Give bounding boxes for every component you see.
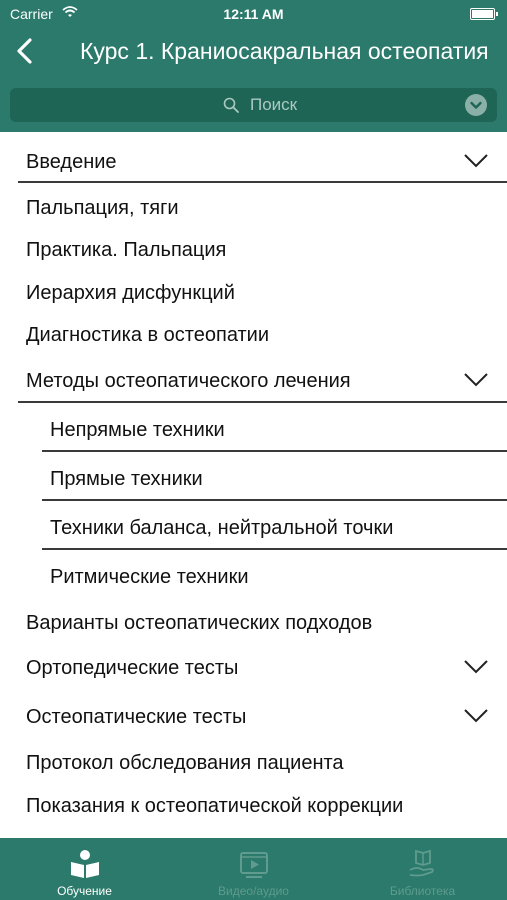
list-item[interactable]: Практика. Пальпация bbox=[0, 227, 507, 271]
divider bbox=[42, 548, 507, 550]
list-item-label: Диагностика в остеопатии bbox=[26, 324, 270, 346]
reader-book-icon bbox=[69, 848, 101, 880]
list-item[interactable]: Показания к остеопатической коррекции bbox=[0, 783, 507, 827]
tab-library[interactable]: Библиотека bbox=[338, 838, 507, 900]
list-item[interactable]: Диагностика в остеопатии bbox=[0, 312, 507, 356]
status-bar: Carrier 12:11 AM bbox=[0, 0, 507, 28]
divider bbox=[18, 181, 507, 183]
list-item[interactable]: Протокол обследования пациента bbox=[0, 740, 507, 784]
list-item-label: Непрямые техники bbox=[50, 419, 225, 441]
sub-list-item[interactable]: Техники баланса, нейтральной точки bbox=[0, 505, 507, 549]
list-item-osteopathic-tests[interactable]: Остеопатические тесты bbox=[0, 694, 507, 738]
tab-bar: Обучение Видео/аудио Библиотека bbox=[0, 838, 507, 900]
sub-list-item[interactable]: Непрямые техники bbox=[0, 407, 507, 451]
search-expand-button[interactable] bbox=[465, 94, 487, 116]
list-item-label: Введение bbox=[26, 151, 117, 173]
header: Carrier 12:11 AM Курс 1. Краниосакральна… bbox=[0, 0, 507, 80]
list-item-label: Иерархия дисфункций bbox=[26, 282, 235, 304]
search-icon bbox=[223, 97, 239, 113]
list-item-label: Показания к остеопатической коррекции bbox=[26, 795, 404, 817]
chevron-down-icon[interactable] bbox=[463, 153, 489, 169]
list-item-orthopedic-tests[interactable]: Ортопедические тесты bbox=[0, 645, 507, 689]
sub-list-item[interactable]: Ритмические техники bbox=[0, 554, 507, 598]
list-item-label: Ритмические техники bbox=[50, 566, 249, 588]
list-item-introduction[interactable]: Введение bbox=[0, 139, 507, 183]
chevron-down-icon[interactable] bbox=[463, 659, 489, 675]
list-item-label: Варианты остеопатических подходов bbox=[26, 612, 373, 634]
battery-icon bbox=[470, 8, 498, 20]
divider bbox=[18, 401, 507, 403]
sub-list-item[interactable]: Прямые техники bbox=[0, 456, 507, 500]
tab-label: Обучение bbox=[57, 884, 112, 898]
list-item-label: Техники баланса, нейтральной точки bbox=[50, 517, 394, 539]
list-item-label: Протокол обследования пациента bbox=[26, 752, 344, 774]
tab-label: Библиотека bbox=[389, 884, 456, 898]
list-item[interactable]: Варианты остеопатических подходов bbox=[0, 600, 507, 644]
search-input[interactable] bbox=[250, 94, 470, 116]
divider bbox=[42, 450, 507, 452]
hand-book-icon bbox=[407, 848, 439, 880]
chevron-left-icon bbox=[17, 38, 32, 64]
tab-learning[interactable]: Обучение bbox=[0, 838, 169, 900]
chevron-down-icon[interactable] bbox=[463, 372, 489, 388]
list-item[interactable]: Иерархия дисфункций bbox=[0, 270, 507, 314]
list-item-label: Пальпация, тяги bbox=[26, 197, 179, 219]
list-item[interactable]: Пальпация, тяги bbox=[0, 185, 507, 229]
list-item-label: Методы остеопатического лечения bbox=[26, 370, 351, 392]
video-player-icon bbox=[238, 848, 270, 880]
back-button[interactable] bbox=[10, 34, 40, 68]
status-time: 12:11 AM bbox=[223, 6, 284, 22]
divider bbox=[42, 499, 507, 501]
page-title: Курс 1. Краниосакральная остеопатия bbox=[80, 38, 489, 64]
search-field-container[interactable] bbox=[10, 88, 497, 122]
list-item-label: Практика. Пальпация bbox=[26, 239, 227, 261]
chevron-down-icon[interactable] bbox=[463, 708, 489, 724]
tab-label: Видео/аудио bbox=[218, 884, 289, 898]
chevron-down-icon bbox=[470, 101, 482, 109]
list-item-label: Прямые техники bbox=[50, 468, 203, 490]
list-item-label: Остеопатические тесты bbox=[26, 706, 247, 728]
list-item-treatment-methods[interactable]: Методы остеопатического лечения bbox=[0, 358, 507, 402]
search-bar bbox=[0, 80, 507, 132]
list-item-label: Ортопедические тесты bbox=[26, 657, 239, 679]
tab-video-audio[interactable]: Видео/аудио bbox=[169, 838, 338, 900]
